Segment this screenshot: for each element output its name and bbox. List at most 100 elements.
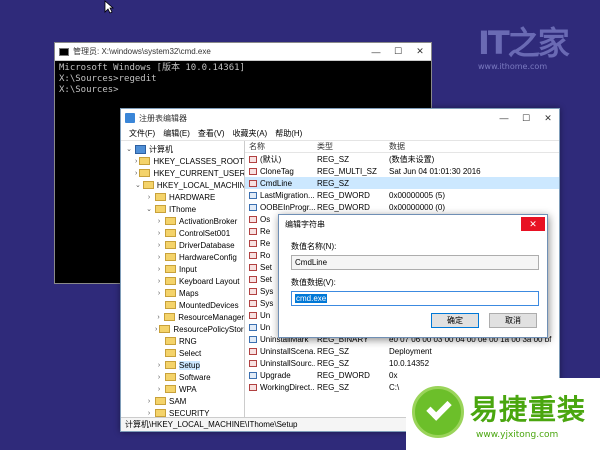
close-button[interactable]: ✕ xyxy=(537,111,559,125)
value-name-cell: OOBEInProgr... xyxy=(245,203,315,212)
column-name-header[interactable]: 名称 xyxy=(245,141,315,152)
column-data-header[interactable]: 数据 xyxy=(385,141,559,152)
regedit-title: 注册表编辑器 xyxy=(139,113,187,123)
menu-help[interactable]: 帮助(H) xyxy=(275,128,302,139)
console-line: X:\Sources> xyxy=(59,85,119,95)
tree-node[interactable]: › HardwareConfig xyxy=(121,251,244,263)
value-data-cell: Sat Jun 04 01:01:30 2016 xyxy=(389,166,481,176)
dialog-titlebar[interactable]: 编辑字符串 ✕ xyxy=(279,215,547,233)
cancel-button[interactable]: 取消 xyxy=(489,313,537,328)
expand-arrow-icon[interactable]: › xyxy=(135,169,137,177)
menu-favorites[interactable]: 收藏夹(A) xyxy=(233,128,268,139)
regedit-titlebar[interactable]: 注册表编辑器 — ☐ ✕ xyxy=(121,109,559,127)
tree-node[interactable]: › DriverDatabase xyxy=(121,239,244,251)
column-type-header[interactable]: 类型 xyxy=(315,141,385,152)
edit-string-dialog[interactable]: 编辑字符串 ✕ 数值名称(N): CmdLine 数值数据(V): cmd.ex… xyxy=(278,214,548,338)
expand-arrow-icon[interactable]: › xyxy=(135,157,137,165)
tree-node[interactable]: › HKEY_CURRENT_USER xyxy=(121,167,244,179)
expand-arrow-icon[interactable]: › xyxy=(145,397,153,405)
tree-node[interactable]: › ResourceManager xyxy=(121,311,244,323)
value-data-cell: 0x00000005 (5) xyxy=(389,190,446,200)
value-row[interactable]: (默认) REG_SZ (数值未设置) xyxy=(245,153,559,165)
tree-node[interactable]: ⌄ HKEY_LOCAL_MACHINE xyxy=(121,179,244,191)
tree-node[interactable]: ⌄ 计算机 xyxy=(121,143,244,155)
tree-node[interactable]: › ControlSet001 xyxy=(121,227,244,239)
expand-arrow-icon[interactable]: › xyxy=(155,277,163,285)
tree-node[interactable]: › Maps xyxy=(121,287,244,299)
value-row[interactable]: CmdLine REG_SZ xyxy=(245,177,559,189)
cmd-titlebar[interactable]: 管理员: X:\windows\system32\cmd.exe — ☐ ✕ xyxy=(55,43,431,61)
dialog-close-button[interactable]: ✕ xyxy=(521,217,545,231)
value-data-input[interactable]: cmd.exe xyxy=(291,291,539,306)
tree-node[interactable]: › SECURITY xyxy=(121,407,244,417)
menu-file[interactable]: 文件(F) xyxy=(129,128,155,139)
folder-icon xyxy=(165,385,176,393)
expand-arrow-icon[interactable]: › xyxy=(155,361,163,369)
expand-arrow-icon[interactable]: › xyxy=(155,313,162,321)
folder-icon xyxy=(139,157,151,165)
expand-arrow-icon[interactable]: › xyxy=(155,289,163,297)
value-name-text: UninstallSourc... xyxy=(260,358,315,368)
expand-arrow-icon[interactable]: › xyxy=(155,241,163,249)
string-value-icon xyxy=(249,227,257,235)
ok-button[interactable]: 确定 xyxy=(431,313,479,328)
value-name-text: OOBEInProgr... xyxy=(260,202,315,212)
tree-node[interactable]: MountedDevices xyxy=(121,299,244,311)
tree-node[interactable]: ⌄ IThome xyxy=(121,203,244,215)
tree-node[interactable]: › HKEY_CLASSES_ROOT xyxy=(121,155,244,167)
collapse-arrow-icon[interactable]: ⌄ xyxy=(135,181,141,189)
collapse-arrow-icon[interactable]: ⌄ xyxy=(145,205,153,213)
tree-node[interactable]: › ActivationBroker xyxy=(121,215,244,227)
folder-icon xyxy=(155,409,166,417)
folder-icon xyxy=(165,229,176,237)
cmd-console-output[interactable]: Microsoft Windows [版本 10.0.14361] X:\Sour… xyxy=(55,61,431,98)
folder-icon xyxy=(165,289,176,297)
close-button[interactable]: ✕ xyxy=(409,44,431,59)
maximize-button[interactable]: ☐ xyxy=(515,111,537,125)
minimize-button[interactable]: — xyxy=(493,111,515,125)
tree-node[interactable]: › HARDWARE xyxy=(121,191,244,203)
tree-node[interactable]: › Keyboard Layout xyxy=(121,275,244,287)
cmd-app-icon xyxy=(59,47,69,56)
tree-node[interactable]: › Input xyxy=(121,263,244,275)
binary-value-icon xyxy=(249,371,257,379)
expand-arrow-icon[interactable]: › xyxy=(155,265,163,273)
tree-node[interactable]: › WPA xyxy=(121,383,244,395)
tree-node-label: HARDWARE xyxy=(169,192,216,202)
binary-value-icon xyxy=(249,335,257,343)
string-value-icon xyxy=(249,239,257,247)
value-name-cell: UninstallScena... xyxy=(245,347,315,356)
value-row[interactable]: UninstallScena... REG_SZ Deployment xyxy=(245,345,559,357)
expand-arrow-icon[interactable]: › xyxy=(155,229,163,237)
expand-arrow-icon[interactable]: › xyxy=(155,385,163,393)
tree-node[interactable]: RNG xyxy=(121,335,244,347)
expand-arrow-icon[interactable]: › xyxy=(145,409,153,417)
tree-node[interactable]: Select xyxy=(121,347,244,359)
tree-node[interactable]: › Software xyxy=(121,371,244,383)
menu-view[interactable]: 查看(V) xyxy=(198,128,225,139)
console-line: X:\Sources>regedit xyxy=(59,74,157,84)
value-row[interactable]: CloneTag REG_MULTI_SZ Sat Jun 04 01:01:30 … xyxy=(245,165,559,177)
value-row[interactable]: UninstallSourc... REG_SZ 10.0.14352 xyxy=(245,357,559,369)
value-row[interactable]: LastMigration... REG_DWORD 0x00000005 (5) xyxy=(245,189,559,201)
expand-arrow-icon[interactable]: › xyxy=(145,193,153,201)
tree-node[interactable]: › SAM xyxy=(121,395,244,407)
value-name-text: CloneTag xyxy=(260,166,294,176)
expand-arrow-icon[interactable]: › xyxy=(155,373,163,381)
folder-icon xyxy=(155,397,166,405)
expand-arrow-icon[interactable]: › xyxy=(155,325,157,333)
collapse-arrow-icon[interactable]: ⌄ xyxy=(125,145,133,153)
value-name-field[interactable]: CmdLine xyxy=(291,255,539,270)
value-name-text: Os xyxy=(260,214,271,224)
value-row[interactable]: OOBEInProgr... REG_DWORD 0x00000000 (0) xyxy=(245,201,559,213)
tree-node[interactable]: › Setup xyxy=(121,359,244,371)
value-name-cell: (默认) xyxy=(245,154,315,165)
expand-arrow-icon[interactable]: › xyxy=(155,217,163,225)
registry-tree[interactable]: ⌄ 计算机 › HKEY_CLASSES_ROOT › HKEY_CURRENT_USER… xyxy=(121,141,245,417)
maximize-button[interactable]: ☐ xyxy=(387,45,409,59)
minimize-button[interactable]: — xyxy=(365,45,387,59)
value-type-cell: REG_SZ xyxy=(317,382,350,392)
tree-node[interactable]: › ResourcePolicyStore xyxy=(121,323,244,335)
menu-edit[interactable]: 编辑(E) xyxy=(163,128,190,139)
expand-arrow-icon[interactable]: › xyxy=(155,253,163,261)
